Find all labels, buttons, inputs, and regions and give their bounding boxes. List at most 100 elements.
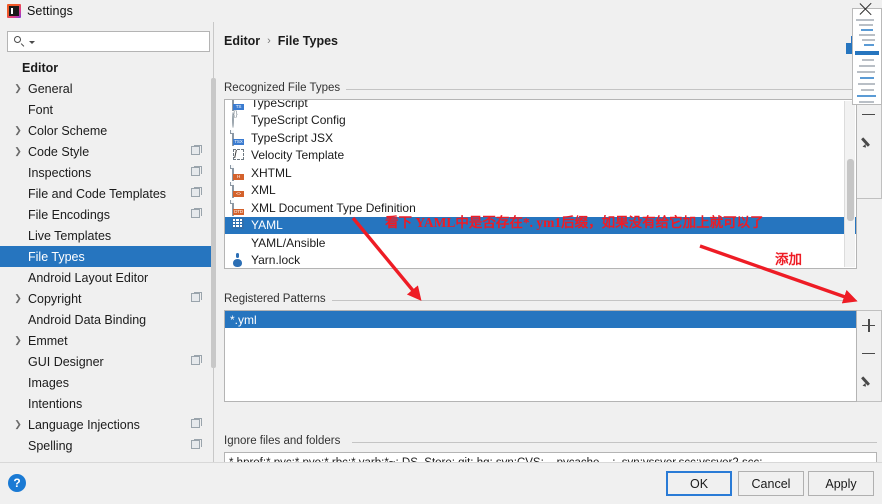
file-type-label: TypeScript JSX (251, 130, 334, 145)
panel-divider (213, 22, 214, 462)
file-types-toolbar (857, 99, 882, 199)
sidebar-item-file-and-code-templates[interactable]: ❯File and Code Templates (0, 183, 212, 204)
search-box[interactable] (7, 31, 210, 52)
typescript-jsx-icon: TSX (230, 129, 245, 146)
settings-minimap-overlay[interactable] (852, 8, 882, 105)
file-type-row[interactable]: YAML (225, 216, 856, 234)
sidebar-item-label: Live Templates (28, 228, 112, 243)
sidebar-item-emmet[interactable]: ❯ Emmet (0, 330, 212, 351)
sidebar-item-spelling[interactable]: ❯Spelling (0, 435, 212, 456)
remove-pattern-button[interactable] (857, 339, 880, 367)
sidebar-item-android-data-binding[interactable]: ❯Android Data Binding (0, 309, 212, 330)
file-types-scrollbar[interactable] (844, 101, 855, 267)
apply-button[interactable]: Apply (808, 471, 874, 496)
search-input[interactable] (35, 33, 209, 50)
sidebar-item-language-injections[interactable]: ❯ Language Injections (0, 414, 212, 435)
sidebar-item-copyright[interactable]: ❯ Copyright (0, 288, 212, 309)
breadcrumb-separator-icon: › (267, 35, 271, 47)
file-type-label: XML Document Type Definition (251, 200, 416, 215)
file-type-label: Velocity Template (251, 148, 345, 163)
patterns-toolbar (857, 310, 882, 402)
recognized-file-types-list[interactable]: TS TypeScript TypeScript Config TSX TypeScri… (224, 99, 857, 269)
chevron-right-icon[interactable]: ❯ (12, 146, 24, 157)
sidebar-item-label: Images (28, 375, 69, 390)
yaml-file-icon (231, 218, 245, 232)
copy-settings-icon (191, 208, 202, 218)
tree-root-editor[interactable]: Editor (0, 57, 212, 78)
file-type-row[interactable]: DTD XML Document Type Definition (225, 199, 856, 217)
registered-patterns-list[interactable]: *.yml (224, 310, 857, 402)
edit-pattern-button[interactable] (857, 367, 880, 395)
ok-button[interactable]: OK (666, 471, 732, 496)
file-type-row[interactable]: TypeScript Config (225, 112, 856, 130)
chevron-right-icon[interactable]: ❯ (12, 125, 24, 136)
file-type-row[interactable]: Velocity Template (225, 147, 856, 165)
sidebar-item-label: File and Code Templates (28, 186, 167, 201)
add-pattern-button[interactable] (857, 311, 880, 339)
dialog-footer: ? OK Cancel Apply (0, 462, 882, 504)
sidebar-item-label: Color Scheme (28, 123, 108, 138)
sidebar-item-images[interactable]: ❯Images (0, 372, 212, 393)
breadcrumb-parent[interactable]: Editor (224, 34, 260, 48)
recognized-file-types-label: Recognized File Types (224, 82, 347, 94)
file-type-row[interactable]: H XHTML (225, 164, 856, 182)
sidebar-item-label: Font (28, 102, 54, 117)
copy-settings-icon (191, 187, 202, 197)
sidebar-item-inspections[interactable]: ❯Inspections (0, 162, 212, 183)
overlay-selection-marker (846, 43, 852, 54)
pattern-label: *.yml (230, 312, 257, 327)
typescript-config-icon (231, 112, 245, 129)
pencil-icon (862, 136, 875, 149)
sidebar-item-android-layout-editor[interactable]: ❯Android Layout Editor (0, 267, 212, 288)
sidebar-item-live-templates[interactable]: ❯Live Templates (0, 225, 212, 246)
sidebar-item-label: Language Injections (28, 417, 140, 432)
sidebar-item-label: Android Layout Editor (28, 270, 149, 285)
chevron-right-icon[interactable]: ❯ (12, 335, 24, 346)
breadcrumb: Editor › File Types (224, 34, 338, 48)
sidebar-item-label: Inspections (28, 165, 92, 180)
sidebar-item-label: General (28, 81, 73, 96)
chevron-right-icon[interactable]: ❯ (12, 83, 24, 94)
sidebar-item-font[interactable]: ❯Font (0, 99, 212, 120)
sidebar-item-code-style[interactable]: ❯ Code Style (0, 141, 212, 162)
copy-settings-icon (191, 439, 202, 449)
chevron-right-icon[interactable]: ❯ (12, 293, 24, 304)
settings-dialog: Settings Editor ❯General❯Font❯Color Sche… (0, 0, 882, 504)
file-type-row[interactable]: <> XML (225, 182, 856, 200)
search-icon (13, 35, 26, 48)
xhtml-file-icon: H (230, 164, 245, 181)
typescript-file-icon: TS (231, 100, 245, 111)
help-question-icon[interactable]: ? (8, 474, 26, 492)
sidebar-item-file-encodings[interactable]: ❯File Encodings (0, 204, 212, 225)
group-divider-line-2 (332, 300, 857, 301)
velocity-template-icon (231, 148, 245, 162)
edit-file-type-button[interactable] (857, 128, 880, 156)
sidebar-item-gui-designer[interactable]: ❯GUI Designer (0, 351, 212, 372)
copy-settings-icon (191, 166, 202, 176)
sidebar-item-label: Android Data Binding (28, 312, 147, 327)
pattern-row[interactable]: *.yml (225, 311, 856, 328)
sidebar-item-intentions[interactable]: ❯Intentions (0, 393, 212, 414)
file-type-row[interactable]: TS TypeScript (225, 100, 856, 112)
copy-settings-icon (191, 145, 202, 155)
group-divider-line (342, 89, 857, 90)
file-type-label: YAML/Ansible (251, 235, 326, 250)
sidebar-item-color-scheme[interactable]: ❯ Color Scheme (0, 120, 212, 141)
copy-settings-icon (191, 418, 202, 428)
group-divider-line-3 (352, 442, 877, 443)
cancel-button[interactable]: Cancel (738, 471, 804, 496)
file-type-label: Yarn.lock (251, 253, 301, 268)
sidebar-item-label: File Encodings (28, 207, 110, 222)
intellij-logo-icon (7, 4, 21, 18)
ansible-icon (231, 236, 245, 250)
plus-icon (862, 318, 875, 332)
registered-patterns-label: Registered Patterns (224, 293, 332, 305)
sidebar-item-general[interactable]: ❯ General (0, 78, 212, 99)
file-type-row[interactable]: Yarn.lock (225, 252, 856, 269)
close-icon[interactable] (858, 1, 874, 17)
file-type-row[interactable]: YAML/Ansible (225, 234, 856, 252)
file-type-row[interactable]: TSX TypeScript JSX (225, 129, 856, 147)
registered-patterns-group: Registered Patterns (224, 293, 857, 307)
chevron-right-icon[interactable]: ❯ (12, 419, 24, 430)
sidebar-item-file-types[interactable]: ❯File Types (0, 246, 212, 267)
